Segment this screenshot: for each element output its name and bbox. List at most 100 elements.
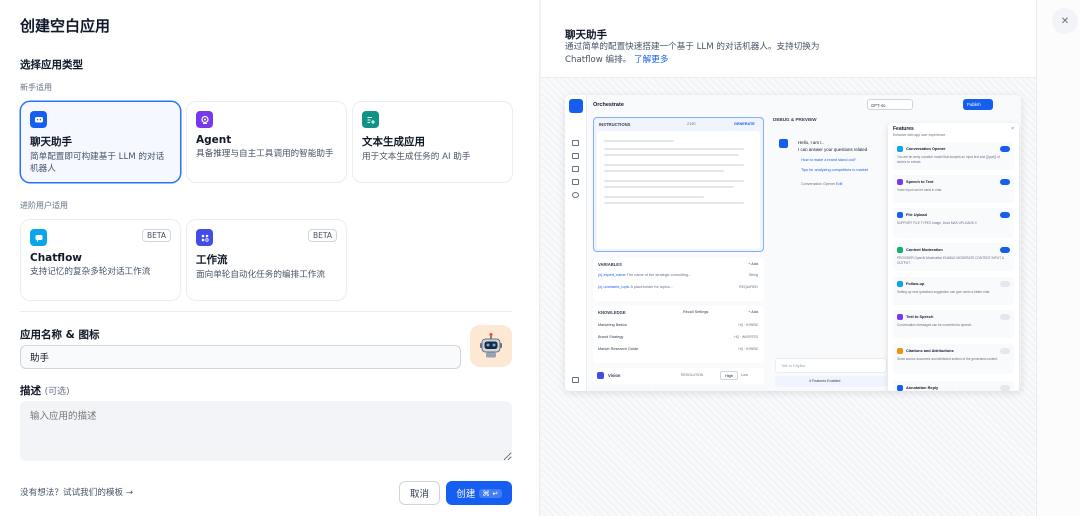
mock-feature-toggle (1000, 146, 1010, 152)
mock-feature-name: Citations and Attributions (906, 348, 954, 353)
beta-badge: BETA (141, 229, 171, 242)
mock-text-line (604, 164, 744, 166)
mock-recall-settings: Recall Settings (683, 310, 709, 314)
mock-feature-toggle (1000, 314, 1010, 320)
preview-panel: 聊天助手 通过简单的配置快速搭建一个基于 LLM 的对话机器人。支持切换为 Ch… (541, 0, 1080, 516)
mock-feature-name: Annotation Reply (906, 385, 939, 390)
mock-feature-item: Conversation Opener You are an army vocat… (893, 142, 1014, 170)
preview-screenshot: Orchestrate GPT-4o Publish INSTRUCTIONS … (565, 95, 1021, 391)
mock-feature-toggle (1000, 247, 1010, 253)
mock-high-option: High (720, 371, 738, 380)
card-name: Agent (196, 134, 232, 146)
mock-text-line (604, 140, 674, 142)
mock-feature-desc: You are an army vocation model that acce… (897, 155, 1000, 164)
preview-desc-text: 通过简单的配置快速搭建一个基于 LLM 的对话机器人。支持切换为 Chatflo… (565, 42, 820, 65)
mock-feature-name: Content Moderation (906, 247, 943, 252)
mock-low-option: Low (741, 373, 748, 377)
mock-nav-icon (572, 166, 579, 172)
mock-feature-name: Text to Speech (906, 314, 934, 319)
mock-suggestion: Tips for analyzing competitors in market (801, 168, 868, 172)
learn-more-link[interactable]: 了解更多 (634, 55, 668, 65)
mock-vision-icon (597, 372, 604, 379)
mock-text-line (604, 180, 744, 182)
mock-feature-toggle (1000, 212, 1010, 218)
mock-nav-icon (572, 140, 579, 146)
mock-resolution-label: RESOLUTION (681, 373, 704, 377)
card-name: Chatflow (30, 252, 82, 264)
mock-knowledge-row: Brand Strategy (598, 335, 624, 339)
mock-text-line (604, 196, 704, 198)
mock-features-enabled: 4 Features Enabled (809, 379, 841, 383)
mock-feature-item: Citations and Attributions Show source do… (893, 344, 1014, 374)
mock-feature-icon (897, 314, 903, 320)
app-type-card-text-generation[interactable]: 文本生成应用 用于文本生成任务的 AI 助手 (352, 101, 513, 183)
advanced-label: 进阶用户适用 (20, 201, 68, 210)
mock-feature-icon (897, 212, 903, 218)
app-icon-picker[interactable] (470, 325, 512, 367)
beta-badge: BETA (307, 229, 337, 242)
mock-text-line (604, 202, 744, 204)
try-template-link[interactable]: 没有想法？试试我们的模板 → (20, 486, 133, 498)
mock-vision-label: Vision (608, 373, 621, 378)
section-divider (20, 311, 512, 312)
app-type-card-chatflow[interactable]: BETA Chatflow 支持记忆的复杂多轮对话工作流 (20, 219, 181, 301)
mock-feature-icon (897, 281, 903, 287)
preview-header: 聊天助手 通过简单的配置快速搭建一个基于 LLM 的对话机器人。支持切换为 Ch… (541, 0, 1037, 78)
mock-variables: VARIABLES + Add {x} expert_name The name… (593, 258, 764, 301)
mock-vision: Vision RESOLUTION High Low (593, 368, 764, 384)
mock-knowledge-label: KNOWLEDGE (598, 310, 626, 315)
close-icon: ✕ (1060, 15, 1070, 27)
app-name-input[interactable] (20, 345, 461, 369)
mock-feature-item: Follow-up Setting up next questions sugge… (893, 277, 1014, 305)
mock-features-subtitle: Enhance web app user experience (893, 133, 946, 137)
cancel-button[interactable]: 取消 (399, 481, 440, 505)
preview-title: 聊天助手 (565, 29, 607, 41)
mock-text-line (604, 170, 724, 172)
chat-bot-icon (30, 111, 47, 128)
preview-desc: 通过简单的配置快速搭建一个基于 LLM 的对话机器人。支持切换为 Chatflo… (565, 41, 855, 67)
mock-variable-row: {x} unrelated_topic A placeholder for to… (598, 285, 673, 289)
mock-feature-desc: PROVIDER OpenAI Moderation ENABLE MODERA… (897, 256, 1004, 265)
mock-knowledge-row: Marketing Basics (598, 323, 627, 327)
mock-sidebar (565, 95, 587, 391)
card-desc: 支持记忆的复杂多轮对话工作流 (30, 267, 151, 277)
create-app-panel: 创建空白应用 选择应用类型 新手适用 聊天助手 简单配置即可构建基于 LLM 的… (0, 0, 540, 516)
description-input[interactable] (20, 401, 512, 461)
robot-avatar-icon (480, 333, 502, 358)
mock-feature-item: Text to Speech Conversation messages can … (893, 310, 1014, 338)
text-generation-icon (362, 111, 379, 128)
app-type-card-workflow[interactable]: BETA 工作流 面向单轮自动化任务的编排工作流 (186, 219, 347, 301)
description-label: 描述 (可选) (20, 383, 70, 398)
close-button[interactable]: ✕ (1052, 8, 1078, 34)
mock-variable-type: String (748, 273, 758, 277)
mock-feature-desc: SUPPORT FILE TYPES Image, Docs MAX UPLOA… (897, 221, 977, 225)
app-type-card-agent[interactable]: Agent 具备推理与自主工具调用的智能助手 (186, 101, 347, 183)
card-desc: 简单配置即可构建基于 LLM 的对话机器人 (30, 152, 165, 174)
mock-variables-label: VARIABLES (598, 262, 622, 267)
mock-model-selector: GPT-4o (867, 99, 913, 110)
mock-feature-desc: Show source document and attributed sect… (897, 357, 999, 361)
mock-feature-desc: Conversation messages can be converted t… (897, 323, 973, 327)
mock-feature-icon (897, 146, 903, 152)
optional-label: (可选) (44, 387, 70, 397)
agent-icon (196, 111, 213, 128)
mock-features-close-icon: × (1011, 126, 1014, 132)
app-type-card-chatbot[interactable]: 聊天助手 简单配置即可构建基于 LLM 的对话机器人 (20, 101, 181, 183)
mock-add-knowledge: + Add (748, 310, 758, 314)
create-button[interactable]: 创建 ⌘ ↵ (446, 481, 512, 505)
workflow-icon (196, 229, 213, 246)
mock-feature-desc: Setting up next questions suggestion can… (897, 290, 991, 294)
mock-instructions-label: INSTRUCTIONS (599, 122, 631, 127)
card-desc: 面向单轮自动化任务的编排工作流 (196, 270, 325, 280)
mock-chat-line: I can answer your questions related (798, 147, 868, 152)
mock-conv-opener: Conversation Opener Edit (801, 182, 843, 186)
mock-knowledge-tag: HQ · HYBRID (738, 323, 758, 327)
beginner-label: 新手适用 (20, 83, 52, 92)
mock-nav-icon (572, 153, 579, 159)
card-name: 聊天助手 (30, 136, 72, 148)
mock-feature-item: Content Moderation PROVIDER OpenAI Modera… (893, 243, 1014, 271)
mock-generate: GENERATE (734, 122, 755, 126)
mock-suggestion: How to make a brand stand out? (801, 158, 856, 162)
mock-features-panel: Features Enhance web app user experience… (888, 123, 1019, 391)
mock-variable-row: {x} expert_name The name of the strategi… (598, 273, 692, 277)
